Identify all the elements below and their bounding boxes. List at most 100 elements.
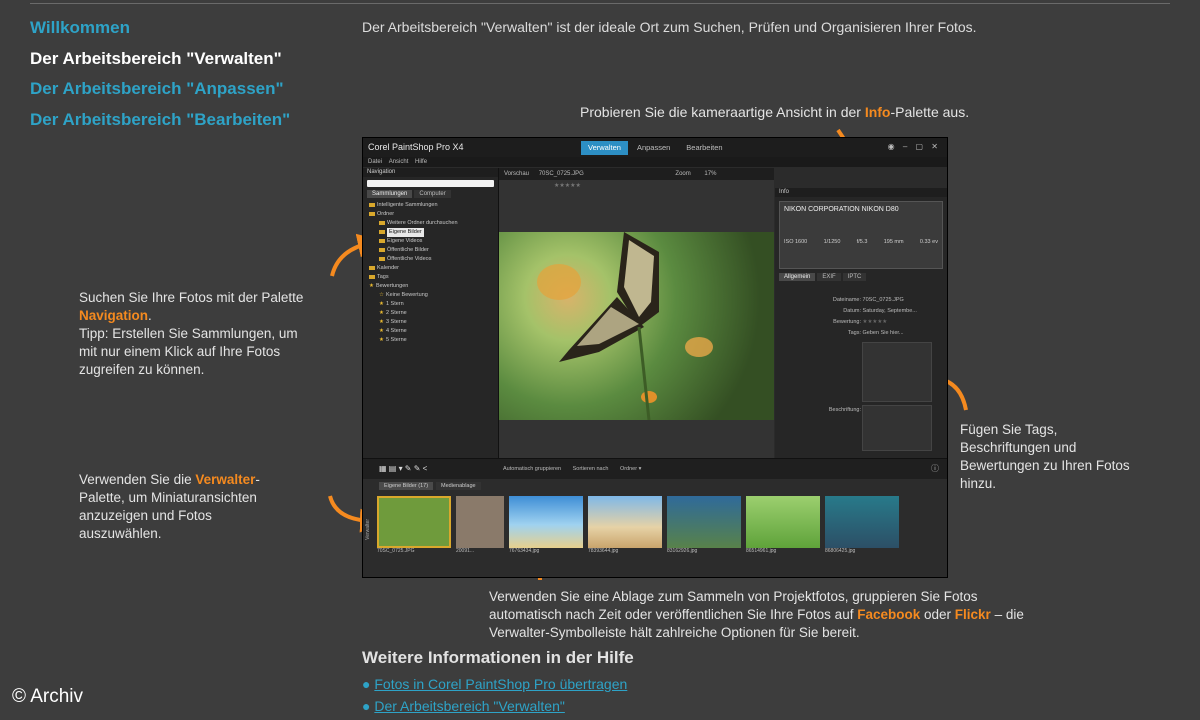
thumbnail[interactable]: 83162926.jpg xyxy=(667,496,741,554)
tree-item[interactable]: Weitere Ordner durchsuchen xyxy=(369,219,498,228)
menu-datei[interactable]: Datei xyxy=(368,159,382,165)
folder-icon xyxy=(379,247,385,252)
navigation-panel-title: Navigation xyxy=(363,168,498,177)
star-icon: ★ xyxy=(379,301,384,307)
zoom-value[interactable]: 17% xyxy=(704,171,716,177)
menu-hilfe[interactable]: Hilfe xyxy=(415,159,427,165)
exif-focal: 195 mm xyxy=(883,239,904,245)
tree-item[interactable]: Intelligente Sammlungen xyxy=(369,201,498,210)
star-icon: ★ xyxy=(379,337,384,343)
preview-panel: Vorschau 70SC_0725.JPG Zoom 17% ★★★★★ xyxy=(499,168,774,458)
tree-item[interactable]: Eigene Videos xyxy=(369,237,498,246)
window-controls-icon[interactable]: ◉ ‒ ▢ ✕ xyxy=(888,142,941,151)
tags-box[interactable] xyxy=(862,342,932,402)
tab-medienablage[interactable]: Medienablage xyxy=(436,482,481,490)
tab-bearbeiten[interactable]: Bearbeiten xyxy=(679,141,729,155)
navigation-panel: Navigation Sammlungen Computer Intellige… xyxy=(363,168,499,458)
star-icon: ★ xyxy=(369,283,374,289)
star-icon: ★ xyxy=(379,319,384,325)
thumbnail[interactable]: 86514961.jpg xyxy=(746,496,820,554)
more-info-title: Weitere Informationen in der Hilfe xyxy=(362,648,634,667)
tab-allgemein[interactable]: Allgemein xyxy=(779,273,816,281)
tree-item-selected[interactable]: Eigene Bilder xyxy=(369,228,498,237)
star-icon: ★ xyxy=(379,310,384,316)
workspace-tabs: Verwalten Anpassen Bearbeiten xyxy=(581,141,732,155)
thumbnail[interactable]: 20091... xyxy=(456,496,504,554)
exif-aperture: f/5.3 xyxy=(856,239,868,245)
navigation-subtabs: Sammlungen Computer xyxy=(367,190,494,198)
tag-icon xyxy=(369,274,375,279)
exif-iso: ISO 1600 xyxy=(784,239,808,245)
info-field-tags[interactable]: Tags: Geben Sie hier... xyxy=(781,330,904,336)
exif-shutter: 1/1250 xyxy=(823,239,841,245)
tree-item[interactable]: ★ Bewertungen xyxy=(369,282,498,291)
info-field-rating[interactable]: Bewertung: ★★★★★ xyxy=(781,319,887,325)
toolbar-icons[interactable]: ▦ ▤ ▾ ✎ ✎ < xyxy=(379,459,427,479)
menubar: Datei Ansicht Hilfe xyxy=(363,157,947,167)
thumbnail[interactable]: 78393644.jpg xyxy=(588,496,662,554)
tree-item[interactable]: Öffentliche Videos xyxy=(369,255,498,264)
menu-ansicht[interactable]: Ansicht xyxy=(389,159,409,165)
paintshop-window: Corel PaintShop Pro X4 Verwalten Anpasse… xyxy=(362,137,948,578)
info-icon[interactable]: ⓘ xyxy=(931,459,939,479)
folder-icon xyxy=(379,256,385,261)
thumbnail[interactable]: 76763434.jpg xyxy=(509,496,583,554)
verwalter-side-label: Verwalter xyxy=(365,519,371,540)
tree-item[interactable]: ★ 1 Stern xyxy=(369,300,498,309)
subtab-computer[interactable]: Computer xyxy=(414,190,451,198)
tab-verwalten[interactable]: Verwalten xyxy=(581,141,628,155)
tab-eigene-bilder[interactable]: Eigene Bilder (17) xyxy=(379,482,434,490)
star-icon: ☆ xyxy=(379,292,384,298)
camera-view: NIKON CORPORATION NIKON D80 ISO 1600 1/1… xyxy=(779,201,943,269)
thumbnail[interactable]: 70SC_0725.JPG xyxy=(377,496,451,554)
photo-credit: © Archiv xyxy=(12,686,84,707)
info-field-date: Datum: Saturday, Septembe... xyxy=(843,308,917,314)
tab-anpassen[interactable]: Anpassen xyxy=(630,141,677,155)
info-panel: NIKON CORPORATION NIKON D80 ISO 1600 1/1… xyxy=(775,197,947,467)
tree-item[interactable]: Öffentliche Bilder xyxy=(369,246,498,255)
verwalter-tabs: Eigene Bilder (17) Medienablage xyxy=(379,482,484,490)
info-field-filename: Dateiname: 70SC_0725.JPG xyxy=(832,297,904,303)
tab-iptc[interactable]: IPTC xyxy=(842,273,867,281)
preview-bar: Vorschau 70SC_0725.JPG Zoom 17% ★★★★★ xyxy=(499,168,774,189)
folder-icon xyxy=(379,229,385,234)
tab-exif[interactable]: EXIF xyxy=(817,273,841,281)
collection-tree: Intelligente Sammlungen Ordner Weitere O… xyxy=(363,201,498,345)
navigation-search-input[interactable] xyxy=(367,180,494,187)
camera-model: NIKON CORPORATION NIKON D80 xyxy=(784,206,899,213)
star-icon: ★ xyxy=(379,328,384,334)
auto-group-button[interactable]: Automatisch gruppieren xyxy=(503,466,561,472)
rating-stars-icon[interactable]: ★★★★★ xyxy=(554,183,581,189)
butterfly-image xyxy=(537,232,713,421)
tree-item[interactable]: Ordner xyxy=(369,210,498,219)
folder-icon xyxy=(379,220,385,225)
tree-item[interactable]: ★ 4 Sterne xyxy=(369,327,498,336)
tree-item[interactable]: ★ 2 Sterne xyxy=(369,309,498,318)
info-field-caption[interactable]: Beschriftung: xyxy=(781,407,861,413)
caption-box[interactable] xyxy=(862,405,932,451)
folder-dropdown[interactable]: Ordner ▾ xyxy=(620,466,641,472)
verwalter-toolbar: ▦ ▤ ▾ ✎ ✎ < Automatisch gruppieren Sorti… xyxy=(363,459,947,479)
tree-item[interactable]: ★ 5 Sterne xyxy=(369,336,498,345)
calendar-icon xyxy=(369,265,375,270)
tree-item[interactable]: Tags xyxy=(369,273,498,282)
tree-item[interactable]: ★ 3 Sterne xyxy=(369,318,498,327)
folder-icon xyxy=(369,202,375,207)
exif-strip: ISO 1600 1/1250 f/5.3 195 mm 0.33 ev xyxy=(784,239,938,245)
exif-ev: 0.33 ev xyxy=(919,239,938,245)
thumbnail[interactable]: 86806425.jpg xyxy=(825,496,899,554)
zoom-label: Zoom xyxy=(675,171,691,177)
folder-icon xyxy=(369,211,375,216)
info-panel-title: Info xyxy=(775,188,947,197)
subtab-sammlungen[interactable]: Sammlungen xyxy=(367,190,413,198)
tree-item[interactable]: Kalender xyxy=(369,264,498,273)
info-tabs: Allgemein EXIF IPTC xyxy=(779,273,943,281)
tree-item[interactable]: ☆ Keine Bewertung xyxy=(369,291,498,300)
thumbnail-strip: 70SC_0725.JPG 20091... 76763434.jpg 7839… xyxy=(377,496,904,554)
preview-label: Vorschau xyxy=(504,171,530,177)
help-link-verwalten[interactable]: ● Der Arbeitsbereich "Verwalten" xyxy=(362,698,565,714)
sort-button[interactable]: Sortieren nach xyxy=(573,466,609,472)
help-link-transfer[interactable]: ● Fotos in Corel PaintShop Pro übertrage… xyxy=(362,676,627,692)
preview-filename: 70SC_0725.JPG xyxy=(538,171,584,177)
app-titlebar: Corel PaintShop Pro X4 Verwalten Anpasse… xyxy=(363,138,947,157)
